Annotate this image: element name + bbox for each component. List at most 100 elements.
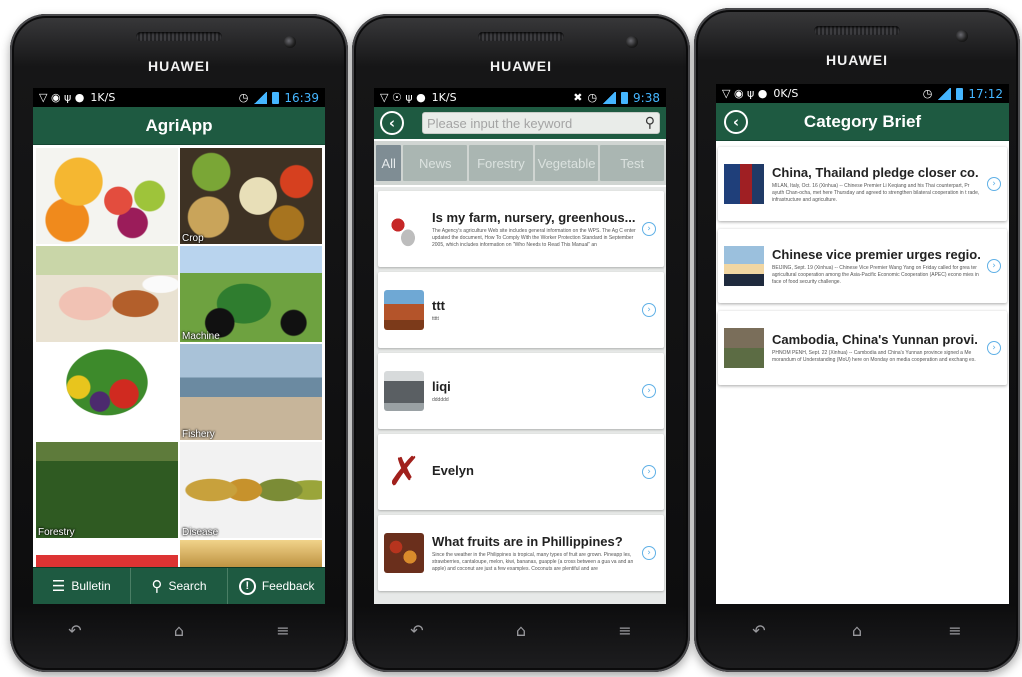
tab-feedback[interactable]: ! Feedback	[228, 568, 325, 604]
list-item[interactable]: What fruits are in Phillippines? Since t…	[378, 515, 664, 591]
tile-label: Fishery	[182, 429, 215, 440]
search-header: ‹ ⚲	[374, 107, 666, 139]
list-item[interactable]: liqi dddddd ›	[378, 353, 664, 429]
item-title: What fruits are in Phillippines?	[432, 533, 623, 549]
signal-icon	[253, 91, 268, 104]
alarm-icon: ◷	[238, 91, 249, 104]
app-title: AgriApp	[145, 115, 213, 135]
item-description: MILAN, Italy, Oct. 16 (Xinhua) -- Chines…	[772, 182, 980, 203]
brand-logo: HUAWEI	[490, 58, 552, 74]
app-title-bar: AgriApp	[33, 107, 325, 145]
list-item[interactable]: ✗ Evelyn ›	[378, 434, 664, 510]
network-speed: 0K/S	[773, 87, 799, 100]
clock: 17:12	[968, 86, 1003, 101]
phone-2: HUAWEI ▽ ☉ ψ ● 1K/S ✖ ◷ 9:38 ‹ ⚲ All New…	[352, 14, 690, 672]
tile-vegetable[interactable]	[36, 344, 178, 440]
back-key-icon[interactable]: ↶	[744, 621, 774, 641]
item-text: Is my farm, nursery, greenhous... The Ag…	[432, 210, 658, 249]
screen-home: ▽ ◉ ψ ● 1K/S ◷ 16:39 AgriApp Crop Machin…	[33, 88, 325, 604]
search-box: ⚲	[422, 112, 660, 134]
front-camera	[626, 36, 638, 48]
phone-1: HUAWEI ▽ ◉ ψ ● 1K/S ◷ 16:39 AgriApp Crop…	[10, 14, 348, 672]
status-bar: ▽ ◉ ψ ● 0K/S ◷ 17:12	[716, 84, 1009, 103]
item-text: Chinese vice premier urges regio. BEIJIN…	[772, 247, 1001, 286]
app-title-bar: ‹ Category Brief	[716, 103, 1009, 141]
hardware-keys: ↶ ⌂ ≡	[744, 620, 970, 642]
item-text: liqi dddddd	[432, 379, 658, 404]
tile-machine[interactable]: Machine	[180, 246, 322, 342]
search-icon[interactable]: ⚲	[645, 115, 655, 131]
status-right: ✖ ◷ 9:38	[573, 91, 660, 105]
list-item[interactable]: Is my farm, nursery, greenhous... The Ag…	[378, 191, 664, 267]
exclamation-icon: !	[238, 577, 256, 595]
status-right: ◷ 16:39	[239, 91, 319, 105]
item-text: China, Thailand pledge closer co. MILAN,…	[772, 165, 1001, 204]
list-icon: ☰	[51, 577, 66, 595]
chevron-right-icon: ›	[642, 546, 656, 560]
earpiece-speaker	[478, 32, 564, 41]
list-item[interactable]: ttt ttttt ›	[378, 272, 664, 348]
tile-label: Machine	[182, 331, 220, 342]
menu-key-icon[interactable]: ≡	[610, 621, 640, 641]
hardware-keys: ↶ ⌂ ≡	[402, 620, 640, 642]
tile-partial-1[interactable]	[36, 540, 178, 570]
home-key-icon[interactable]: ⌂	[842, 621, 872, 641]
tile-forestry[interactable]: Forestry	[36, 442, 178, 538]
chevron-left-icon: ‹	[388, 114, 396, 132]
home-key-icon[interactable]: ⌂	[506, 621, 536, 641]
item-description: Since the weather in the Philippines is …	[432, 551, 634, 572]
tile-crop[interactable]: Crop	[180, 148, 322, 244]
back-key-icon[interactable]: ↶	[402, 621, 432, 641]
network-speed: 1K/S	[90, 91, 116, 104]
category-grid: Crop Machine Fishery Forestry Disease	[36, 148, 322, 570]
status-bar: ▽ ◉ ψ ● 1K/S ◷ 16:39	[33, 88, 325, 107]
status-icons: ▽ ◉ ψ ●	[722, 87, 768, 100]
tab-bulletin[interactable]: ☰ Bulletin	[33, 568, 131, 604]
battery-icon	[272, 91, 280, 104]
menu-key-icon[interactable]: ≡	[268, 621, 298, 641]
network-speed: 1K/S	[431, 91, 457, 104]
chevron-right-icon: ›	[987, 177, 1001, 191]
list-item[interactable]: Chinese vice premier urges regio. BEIJIN…	[718, 229, 1007, 303]
status-icons: ▽ ◉ ψ ●	[39, 91, 85, 104]
tile-fishery[interactable]: Fishery	[180, 344, 322, 440]
chevron-right-icon: ›	[987, 341, 1001, 355]
chevron-right-icon: ›	[642, 303, 656, 317]
back-key-icon[interactable]: ↶	[60, 621, 90, 641]
chevron-right-icon: ›	[642, 384, 656, 398]
home-key-icon[interactable]: ⌂	[164, 621, 194, 641]
tile-fruit[interactable]	[36, 148, 178, 244]
tile-partial-2[interactable]	[180, 540, 322, 570]
tab-news[interactable]: News	[403, 145, 468, 181]
tab-test[interactable]: Test	[600, 145, 665, 181]
back-button[interactable]: ‹	[380, 111, 404, 135]
status-bar: ▽ ☉ ψ ● 1K/S ✖ ◷ 9:38	[374, 88, 666, 107]
back-button[interactable]: ‹	[724, 110, 748, 134]
tab-search[interactable]: ⚲ Search	[131, 568, 229, 604]
canyon-thumbnail	[384, 290, 424, 330]
list-item[interactable]: Cambodia, China's Yunnan provi. PHNOM PE…	[718, 311, 1007, 385]
front-camera	[956, 30, 968, 42]
brand-logo: HUAWEI	[148, 58, 210, 74]
tile-animal[interactable]	[36, 246, 178, 342]
tile-disease[interactable]: Disease	[180, 442, 322, 538]
tab-vegetable[interactable]: Vegetable	[534, 145, 599, 181]
menu-key-icon[interactable]: ≡	[940, 621, 970, 641]
chevron-right-icon: ›	[642, 465, 656, 479]
battery-icon	[956, 87, 964, 100]
brand-logo: HUAWEI	[826, 52, 888, 68]
search-input[interactable]	[427, 115, 645, 131]
leaders-thumbnail	[724, 164, 764, 204]
tab-all[interactable]: All	[376, 145, 402, 181]
tab-label: Search	[168, 579, 207, 593]
tab-forestry[interactable]: Forestry	[469, 145, 533, 181]
signal-icon	[602, 91, 617, 104]
list-item[interactable]: China, Thailand pledge closer co. MILAN,…	[718, 147, 1007, 221]
screen-search: ▽ ☉ ψ ● 1K/S ✖ ◷ 9:38 ‹ ⚲ All News Fores…	[374, 88, 666, 604]
front-camera	[284, 36, 296, 48]
item-text: What fruits are in Phillippines? Since t…	[432, 534, 658, 573]
phone-3: HUAWEI ▽ ◉ ψ ● 0K/S ◷ 17:12 ‹ Category B…	[694, 8, 1020, 672]
red-x-icon: ✗	[384, 452, 424, 492]
category-tabs: All News Forestry Vegetable Test	[374, 141, 666, 185]
news-list: China, Thailand pledge closer co. MILAN,…	[716, 143, 1009, 604]
